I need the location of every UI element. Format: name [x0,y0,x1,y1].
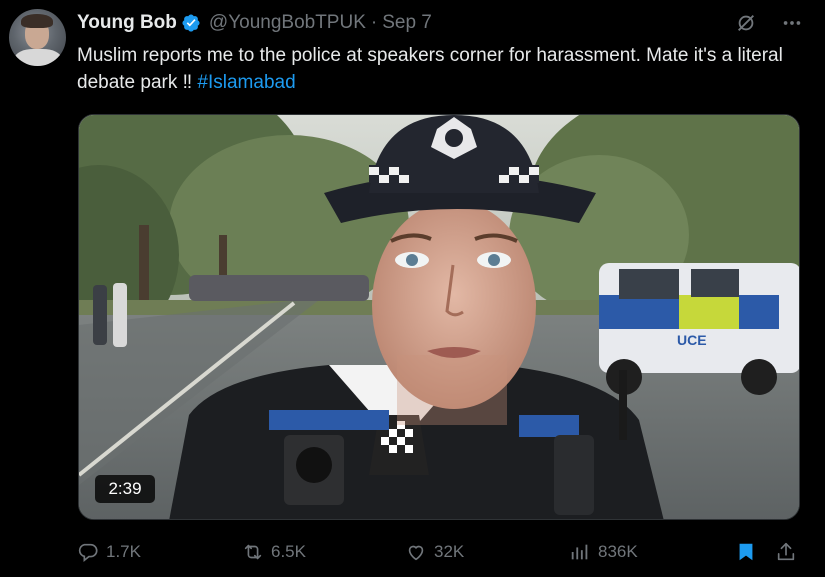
views-button[interactable]: 836K [569,538,638,566]
timestamp[interactable]: Sep 7 [382,12,432,34]
repost-button[interactable]: 6.5K [242,538,306,566]
repost-icon [242,541,264,563]
tweet-body: Muslim reports me to the police at speak… [77,45,783,93]
avatar[interactable] [9,9,66,66]
video-duration: 2:39 [95,475,155,503]
video-player[interactable]: UCE [78,114,800,520]
video-frame: UCE [79,115,799,519]
like-count: 32K [434,542,465,561]
grok-icon[interactable] [735,12,757,34]
heart-icon [405,541,427,563]
separator: · [370,12,378,33]
views-icon [569,541,591,563]
reply-button[interactable]: 1.7K [77,538,141,566]
share-button[interactable] [775,538,797,566]
top-actions [735,12,803,34]
view-count: 836K [598,542,638,561]
display-name[interactable]: Young Bob [77,12,177,34]
bookmark-button[interactable] [735,538,757,566]
reply-icon [77,541,99,563]
tweet-text: Muslim reports me to the police at speak… [77,42,797,96]
like-button[interactable]: 32K [405,538,464,566]
handle[interactable]: @YoungBobTPUK [209,12,366,34]
more-icon[interactable] [781,12,803,34]
tweet[interactable]: Young Bob @YoungBobTPUK · Sep 7 Muslim r… [0,0,825,577]
reply-count: 1.7K [106,542,141,561]
verified-badge-icon[interactable] [181,13,201,33]
tweet-header: Young Bob @YoungBobTPUK · Sep 7 [77,12,432,34]
bookmark-icon [735,541,757,563]
share-icon [775,541,797,563]
van-text: UCE [677,332,707,348]
action-bar: 1.7K 6.5K 32K 836K [77,538,802,566]
repost-count: 6.5K [271,542,306,561]
hashtag-link[interactable]: #Islamabad [197,72,295,93]
